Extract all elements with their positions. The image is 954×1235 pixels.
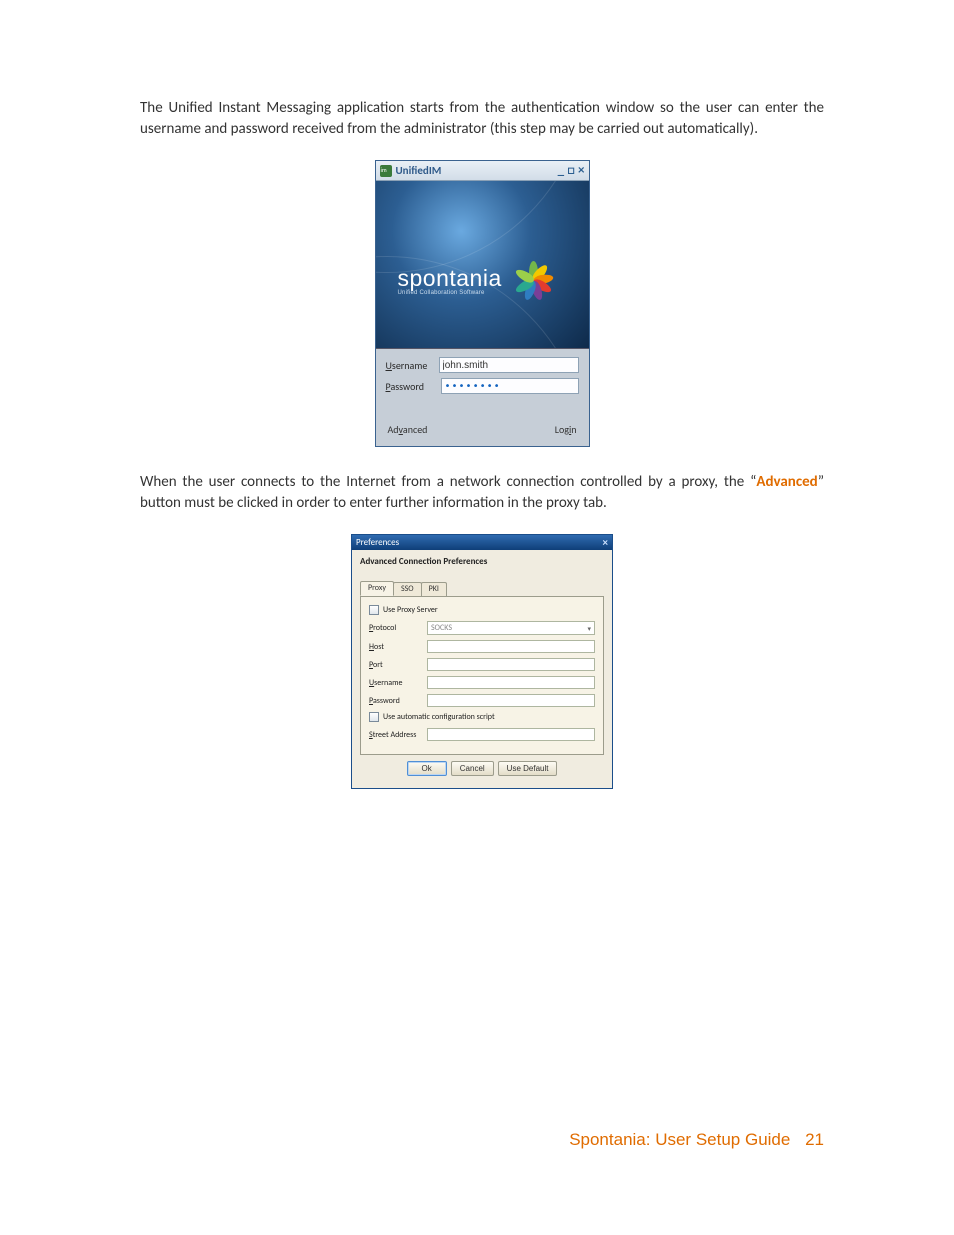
login-title: UnifiedIM [396,164,442,177]
login-splash: spontania Unified Collaboration Software [376,181,589,349]
preferences-window: Preferences × Advanced Connection Prefer… [351,534,613,789]
port-label: Port [369,660,427,670]
host-label: Host [369,642,427,652]
footer-page-number: 21 [805,1130,824,1149]
maximize-icon[interactable]: □ [567,164,575,177]
prefs-password-input[interactable] [427,694,595,707]
prefs-tabstrip: Proxy SSO PKI [360,581,604,596]
password-label: Password [386,380,441,393]
prefs-titlebar[interactable]: Preferences × [352,535,612,550]
close-icon[interactable]: × [578,164,584,177]
prefs-username-label: Username [369,678,427,688]
protocol-label: Protocol [369,623,427,633]
splash-brand: spontania [398,265,502,292]
app-icon [380,165,392,177]
host-input[interactable] [427,640,595,653]
close-icon[interactable]: × [603,536,608,549]
prefs-title: Preferences [356,537,399,548]
tab-sso[interactable]: SSO [393,582,422,597]
advanced-button[interactable]: Advanced [388,423,428,436]
tab-proxy[interactable]: Proxy [360,581,394,596]
login-titlebar[interactable]: UnifiedIM _ □ × [376,161,589,181]
proxy-panel: Use Proxy Server Protocol SOCKS ▾ Host P… [360,596,604,755]
auto-script-checkbox[interactable] [369,712,379,722]
intro-paragraph-2: When the user connects to the Internet f… [140,472,824,514]
street-input[interactable] [427,728,595,741]
use-proxy-label: Use Proxy Server [383,605,438,615]
login-form: Username Password [376,349,589,403]
username-label: Username [386,359,439,372]
street-label: Street Address [369,730,427,740]
ok-button[interactable]: Ok [407,761,447,776]
protocol-select[interactable]: SOCKS ▾ [427,621,595,635]
port-input[interactable] [427,658,595,671]
intro-paragraph-1: The Unified Instant Messaging applicatio… [140,98,824,140]
prefs-button-row: Ok Cancel Use Default [360,755,604,782]
cancel-button[interactable]: Cancel [451,761,494,776]
use-proxy-checkbox[interactable] [369,605,379,615]
use-default-button[interactable]: Use Default [498,761,558,776]
login-button[interactable]: Login [555,423,577,436]
chevron-down-icon: ▾ [587,624,591,633]
splash-subtitle: Unified Collaboration Software [398,290,502,296]
auto-script-label: Use automatic configuration script [383,712,495,722]
flower-logo [514,251,554,291]
footer-title: Spontania: User Setup Guide [569,1130,790,1149]
prefs-section-title: Advanced Connection Preferences [352,550,612,581]
page-footer: Spontania: User Setup Guide 21 [569,1130,824,1150]
tab-pki[interactable]: PKI [421,582,447,597]
password-input[interactable] [441,378,579,394]
username-input[interactable] [439,357,579,373]
advanced-emphasis: Advanced [756,473,817,491]
login-window: UnifiedIM _ □ × spontania Unified Collab… [375,160,590,447]
prefs-password-label: Password [369,696,427,706]
prefs-username-input[interactable] [427,676,595,689]
minimize-icon[interactable]: _ [558,164,564,177]
